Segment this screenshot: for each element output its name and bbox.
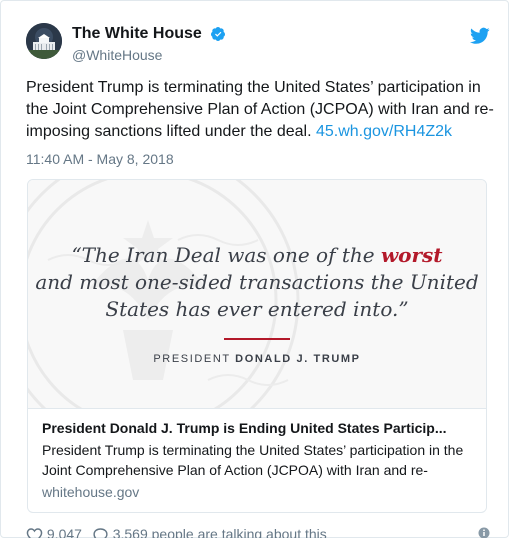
talking-count: 3,569 people are talking about this	[112, 525, 327, 538]
tweet-embed: The White House @WhiteHouse President Tr…	[0, 0, 509, 538]
tweet-text: President Trump is terminating the Unite…	[26, 77, 496, 143]
display-name[interactable]: The White House	[72, 25, 202, 43]
card-domain: whitehouse.gov	[42, 484, 140, 500]
attribution-name: DONALD J. TRUMP	[235, 353, 361, 365]
card-quote: “The Iran Deal was one of the worst and …	[28, 242, 486, 323]
twitter-bird-icon[interactable]	[470, 27, 490, 45]
like-action[interactable]: 9,047	[26, 526, 82, 538]
card-description: President Trump is terminating the Unite…	[42, 442, 464, 478]
card-title[interactable]: President Donald J. Trump is Ending Unit…	[42, 418, 472, 438]
tweet-actions: 9,047 3,569 people are talking about thi…	[26, 525, 490, 538]
link-card[interactable]: “The Iran Deal was one of the worst and …	[27, 179, 487, 513]
white-house-avatar-icon[interactable]	[26, 23, 62, 59]
reply-action[interactable]: 3,569 people are talking about this	[92, 526, 327, 538]
account-handle[interactable]: @WhiteHouse	[72, 47, 226, 63]
account-names[interactable]: The White House @WhiteHouse	[72, 25, 226, 63]
speech-bubble-icon	[93, 528, 108, 538]
card-body[interactable]: President Donald J. Trump is Ending Unit…	[28, 409, 486, 502]
verified-badge-icon	[211, 27, 226, 41]
tweet-link[interactable]: 45.wh.gov/RH4Z2k	[316, 123, 452, 140]
quote-part2: and most one-sided transactions the Unit…	[35, 270, 479, 321]
tweet-timestamp[interactable]: 11:40 AM - May 8, 2018	[26, 151, 174, 167]
like-count: 9,047	[46, 525, 82, 538]
info-icon[interactable]	[478, 527, 490, 538]
quote-attribution: PRESIDENT DONALD J. TRUMP	[28, 353, 486, 365]
attribution-prefix: PRESIDENT	[153, 353, 236, 365]
quote-part1: “The Iran Deal was one of the	[71, 243, 381, 267]
quote-divider	[224, 338, 290, 340]
card-image[interactable]: “The Iran Deal was one of the worst and …	[28, 180, 486, 409]
quote-emphasis: worst	[380, 243, 443, 267]
tweet-header: The White House @WhiteHouse	[26, 23, 490, 67]
heart-icon	[26, 528, 43, 538]
